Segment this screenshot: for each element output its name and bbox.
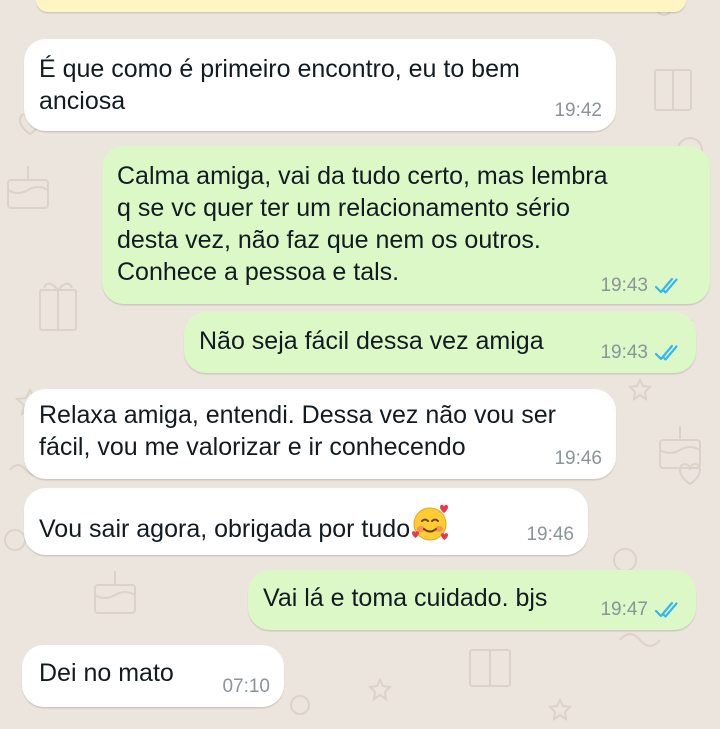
message-time: 19:42 — [554, 100, 602, 121]
message-bubble-outgoing[interactable]: Calma amiga, vai da tudo certo, mas lemb… — [102, 146, 710, 304]
message-text-line: Vou sair agora, obrigada por tudo — [39, 503, 450, 545]
message-bubble-outgoing[interactable]: Vai lá e toma cuidado. bjs 19:47 — [248, 570, 696, 630]
message-meta: 19:47 — [600, 600, 682, 620]
message-time: 07:10 — [222, 676, 270, 697]
message-bubble-incoming[interactable]: É que como é primeiro encontro, eu to be… — [24, 39, 616, 131]
message-time: 19:46 — [526, 524, 574, 545]
double-check-read-icon — [654, 344, 678, 361]
message-text: É que como é primeiro encontro, eu to be… — [39, 55, 520, 115]
message-meta: 19:43 — [600, 343, 682, 363]
message-time: 19:43 — [600, 342, 648, 363]
message-time: 19:43 — [600, 275, 648, 296]
message-text: Não seja fácil dessa vez amiga — [199, 327, 544, 355]
message-time: 19:47 — [600, 599, 648, 620]
message-meta: 19:42 — [554, 101, 602, 121]
message-bubble-outgoing[interactable]: Não seja fácil dessa vez amiga 19:43 — [184, 312, 696, 373]
partial-message-bubble[interactable] — [36, 0, 686, 12]
message-bubble-incoming[interactable]: Vou sair agora, obrigada por tudo 19:46 — [24, 488, 588, 555]
message-text: Vai lá e toma cuidado. bjs — [263, 584, 548, 612]
smiling-face-with-hearts-icon — [412, 504, 449, 541]
message-text: Calma amiga, vai da tudo certo, mas lemb… — [117, 162, 608, 286]
message-bubble-incoming[interactable]: Dei no mato 07:10 — [22, 645, 284, 707]
message-meta: 19:46 — [554, 449, 602, 469]
chat-view[interactable]: É que como é primeiro encontro, eu to be… — [0, 0, 720, 729]
message-meta: 19:46 — [526, 525, 574, 545]
double-check-read-icon — [654, 601, 678, 618]
message-text: Relaxa amiga, entendi. Dessa vez não vou… — [39, 401, 556, 461]
message-meta: 07:10 — [222, 677, 270, 697]
message-bubble-incoming[interactable]: Relaxa amiga, entendi. Dessa vez não vou… — [24, 389, 616, 479]
message-time: 19:46 — [554, 448, 602, 469]
message-text: Vou sair agora, obrigada por tudo — [39, 515, 411, 543]
message-meta: 19:43 — [600, 276, 682, 296]
message-text: Dei no mato — [39, 659, 174, 687]
double-check-read-icon — [654, 277, 678, 294]
